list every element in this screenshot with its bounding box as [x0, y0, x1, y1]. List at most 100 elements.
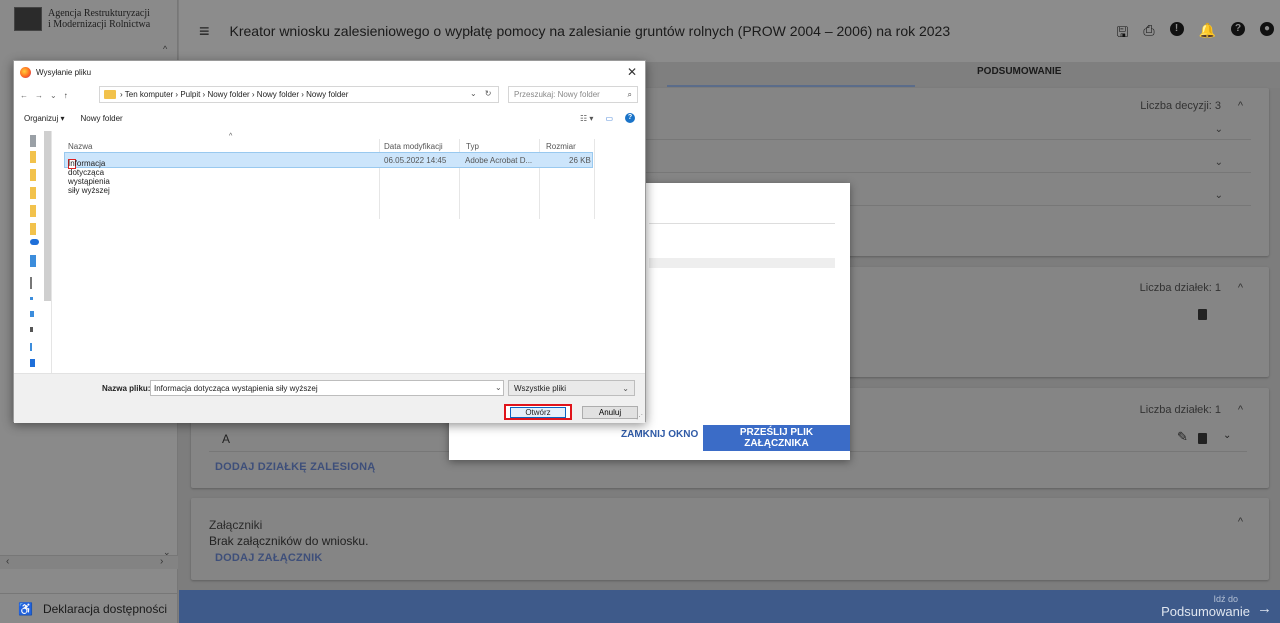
- save-icon[interactable]: 🖫: [1116, 22, 1128, 46]
- folder-icon[interactable]: [30, 169, 36, 181]
- scroll-up-icon[interactable]: ^: [163, 44, 167, 54]
- trash-icon[interactable]: [1198, 307, 1207, 325]
- user-icon[interactable]: ●: [1260, 22, 1274, 36]
- filename-input[interactable]: [150, 380, 504, 396]
- menu-icon[interactable]: ≡: [199, 21, 210, 42]
- folder-icon[interactable]: [30, 151, 36, 163]
- chevron-down-icon[interactable]: ⌄: [1223, 430, 1231, 441]
- back-icon[interactable]: ←: [20, 91, 28, 100]
- folder-icon[interactable]: [30, 223, 36, 235]
- firefox-icon: [20, 66, 31, 78]
- item-icon[interactable]: [30, 343, 32, 351]
- cancel-button[interactable]: Anuluj: [582, 406, 638, 419]
- filename-label: Nazwa pliku:: [102, 384, 151, 393]
- plots-count: Liczba działek: 1: [1139, 282, 1221, 294]
- column-divider: [459, 139, 460, 219]
- search-box[interactable]: Przeszukaj: Nowy folder ⌕: [508, 86, 638, 103]
- upload-attachment-button[interactable]: PRZEŚLIJ PLIK ZAŁĄCZNIKA: [703, 425, 850, 451]
- help-icon[interactable]: ?: [1231, 22, 1245, 36]
- add-attachment-link[interactable]: DODAJ ZAŁĄCZNIK: [215, 552, 323, 564]
- item-icon[interactable]: [30, 311, 34, 317]
- file-modified-cell: 06.05.2022 14:45: [384, 156, 447, 165]
- accessibility-label: Deklaracja dostępności: [42, 601, 168, 616]
- file-open-dialog: Wysyłanie pliku ✕ ← → ⌄ ↑ › Ten komputer…: [13, 60, 646, 423]
- collapse-icon[interactable]: ^: [1238, 404, 1243, 416]
- file-type-select[interactable]: Wszystkie pliki ⌄: [508, 380, 635, 396]
- logo-line-1: Agencja Restrukturyzacji: [48, 8, 150, 19]
- scroll-right-icon[interactable]: ›: [160, 556, 163, 567]
- refresh-icon[interactable]: ↻: [485, 89, 492, 98]
- this-pc-icon[interactable]: [30, 255, 36, 267]
- file-type-value: Wszystkie pliki: [514, 383, 567, 393]
- file-row[interactable]: Informacja dotycząca wystąpienia siły wy…: [64, 152, 593, 195]
- file-type-cell: Adobe Acrobat D...: [465, 156, 533, 165]
- collapse-icon[interactable]: ^: [1238, 282, 1243, 294]
- chevron-down-icon[interactable]: ⌄: [1215, 190, 1223, 201]
- column-divider: [379, 139, 380, 219]
- accessibility-link[interactable]: ♿ Deklaracja dostępności: [0, 593, 178, 623]
- column-modified[interactable]: Data modyfikacji: [384, 142, 443, 151]
- nav-scrollbar[interactable]: [44, 131, 51, 301]
- item-icon[interactable]: [30, 297, 33, 300]
- attachments-title: Załączniki: [209, 518, 263, 532]
- item-icon[interactable]: [30, 327, 33, 332]
- chevron-down-icon[interactable]: ⌄: [1215, 124, 1223, 135]
- folder-icon[interactable]: [30, 205, 36, 217]
- resize-grip-icon[interactable]: ⋰: [636, 413, 643, 421]
- preview-pane-icon[interactable]: ▭: [605, 114, 613, 123]
- breadcrumb: › Ten komputer › Pulpit › Nowy folder › …: [120, 90, 349, 99]
- address-controls: ⌄ ↻: [470, 89, 491, 98]
- sort-indicator-icon: ^: [229, 133, 233, 140]
- scroll-left-icon[interactable]: ‹: [6, 556, 9, 567]
- dialog-title: Wysyłanie pliku: [36, 67, 92, 77]
- column-type[interactable]: Typ: [466, 142, 479, 151]
- agency-logo[interactable]: Agencja Restrukturyzacji i Modernizacji …: [14, 2, 174, 36]
- recent-dropdown-icon[interactable]: ⌄: [50, 91, 57, 100]
- horizontal-scrollbar[interactable]: ‹ ›: [0, 555, 178, 569]
- arrow-right-icon[interactable]: →: [1257, 600, 1272, 617]
- onedrive-icon[interactable]: [30, 239, 39, 245]
- print-icon[interactable]: ⎙: [1143, 22, 1154, 46]
- network-icon[interactable]: [30, 359, 35, 367]
- file-size-cell: 26 KB: [569, 156, 591, 165]
- address-bar[interactable]: › Ten komputer › Pulpit › Nowy folder › …: [99, 86, 499, 103]
- bottom-nav-bar[interactable]: Idź do Podsumowanie →: [179, 590, 1280, 623]
- folder-icon: [104, 90, 116, 99]
- forward-icon[interactable]: →: [35, 91, 43, 100]
- dialog-toolbar: Organizuj ▾ Nowy folder: [14, 109, 645, 127]
- goto-target[interactable]: Podsumowanie: [1161, 604, 1250, 619]
- chevron-down-icon: ⌄: [622, 383, 629, 393]
- open-button[interactable]: Otwórz: [510, 406, 566, 418]
- item-icon[interactable]: [30, 277, 32, 289]
- column-size[interactable]: Rozmiar: [546, 142, 576, 151]
- navigation-pane[interactable]: [22, 131, 52, 373]
- open-button-highlight: Otwórz: [504, 404, 572, 420]
- info-icon[interactable]: !: [1169, 22, 1184, 36]
- bell-icon[interactable]: 🔔: [1199, 22, 1216, 46]
- organize-menu[interactable]: Organizuj ▾: [24, 114, 64, 123]
- close-icon[interactable]: ✕: [627, 65, 637, 79]
- collapse-icon[interactable]: ^: [1238, 516, 1243, 528]
- new-folder-button[interactable]: Nowy folder: [80, 114, 122, 123]
- top-bar: ≡ Kreator wniosku zalesieniowego o wypła…: [179, 0, 1280, 62]
- help-icon[interactable]: ?: [625, 113, 635, 123]
- add-forested-plot-link[interactable]: DODAJ DZIAŁKĘ ZALESIONĄ: [215, 461, 375, 473]
- filename-dropdown-icon[interactable]: ⌄: [495, 383, 502, 392]
- view-options-icon[interactable]: ☷ ▾: [580, 114, 593, 123]
- view-controls: ☷ ▾ ▭ ?: [580, 113, 635, 123]
- edit-icon[interactable]: ✎: [1177, 429, 1188, 445]
- quick-access-icon[interactable]: [30, 135, 36, 147]
- tab-summary[interactable]: PODSUMOWANIE: [977, 66, 1061, 77]
- address-dropdown-icon[interactable]: ⌄: [470, 89, 477, 98]
- up-icon[interactable]: ↑: [64, 91, 68, 100]
- logo-icon: [14, 7, 42, 31]
- chevron-down-icon[interactable]: ⌄: [1215, 157, 1223, 168]
- close-window-button[interactable]: ZAMKNIJ OKNO: [621, 429, 698, 440]
- folder-icon[interactable]: [30, 187, 36, 199]
- top-toolbar: 🖫 ⎙ ! 🔔 ? ●: [1116, 22, 1274, 46]
- trash-icon[interactable]: [1198, 431, 1207, 449]
- column-name[interactable]: Nazwa: [68, 142, 92, 151]
- dialog-titlebar[interactable]: Wysyłanie pliku: [14, 61, 645, 83]
- goto-label: Idź do: [1213, 594, 1238, 604]
- plot-row-label: A: [222, 432, 231, 446]
